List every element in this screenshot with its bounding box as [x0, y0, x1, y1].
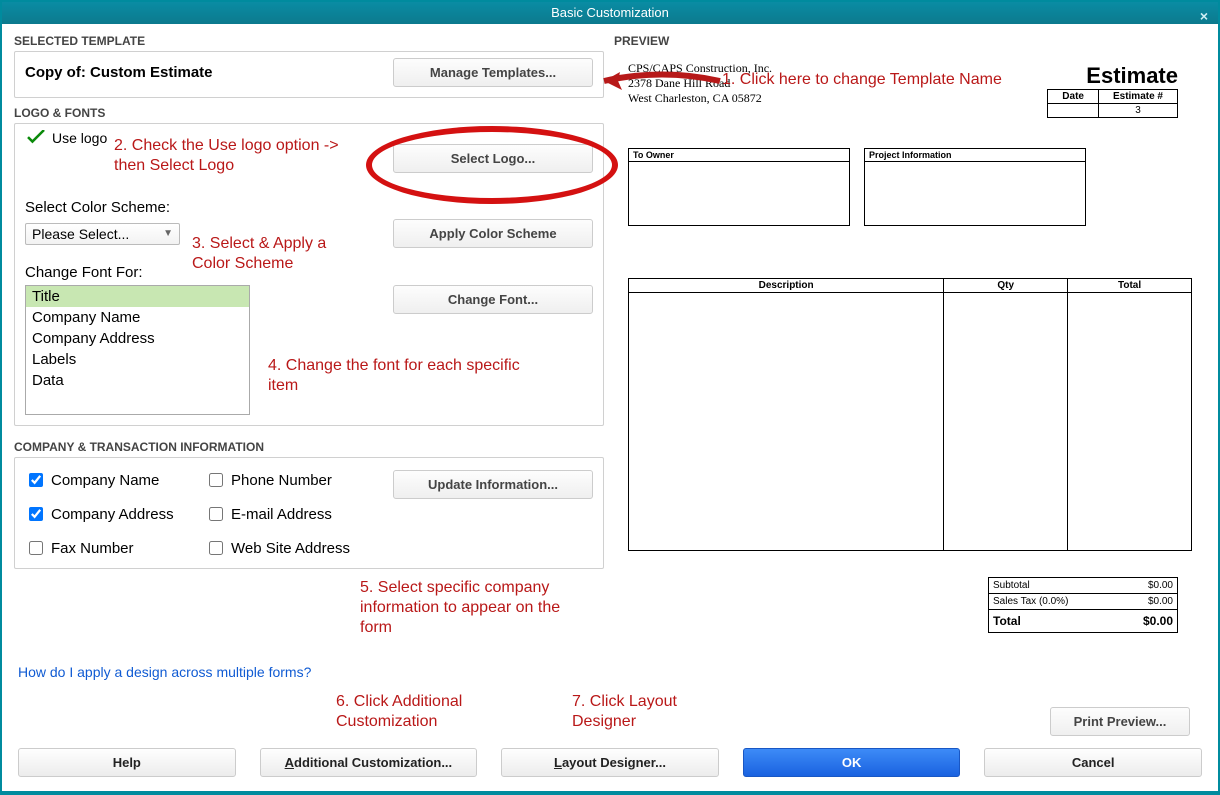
font-list[interactable]: Title Company Name Company Address Label… — [25, 285, 250, 415]
company-address-checkbox[interactable] — [29, 507, 43, 521]
pv-box-project-head: Project Information — [865, 149, 1085, 162]
bottom-bar: Help Additional Customization... Layout … — [2, 740, 1218, 791]
selected-template-box: Copy of: Custom Estimate Manage Template… — [14, 51, 604, 98]
additional-label: dditional Customization... — [294, 755, 452, 770]
help-link[interactable]: How do I apply a design across multiple … — [18, 664, 311, 680]
apply-color-scheme-button[interactable]: Apply Color Scheme — [393, 219, 593, 248]
right-pane: PREVIEW CPS/CAPS Construction, Inc. 2378… — [614, 34, 1206, 736]
titlebar: Basic Customization × — [2, 2, 1218, 24]
logo-fonts-box: Use logo Select Logo... Select Color Sch… — [14, 123, 604, 426]
checkmark-icon — [25, 130, 47, 146]
section-logo-fonts: LOGO & FONTS — [14, 106, 604, 120]
chk-company-address[interactable]: Company Address — [25, 504, 205, 524]
content-area: SELECTED TEMPLATE Copy of: Custom Estima… — [2, 24, 1218, 740]
font-item-data[interactable]: Data — [26, 370, 249, 391]
additional-customization-button[interactable]: Additional Customization... — [260, 748, 478, 777]
pv-val-date — [1048, 104, 1099, 118]
pv-col-estno: Estimate # — [1098, 90, 1177, 104]
color-scheme-dropdown[interactable]: Please Select... ▼ — [25, 223, 180, 245]
tax-val: $0.00 — [1148, 596, 1173, 607]
chk-email[interactable]: E-mail Address — [205, 504, 365, 524]
chk-phone[interactable]: Phone Number — [205, 470, 365, 490]
change-font-label: Change Font For: — [25, 264, 593, 281]
select-logo-button[interactable]: Select Logo... — [393, 144, 593, 173]
chk-fax[interactable]: Fax Number — [25, 538, 205, 558]
subtotal-label: Subtotal — [993, 580, 1030, 591]
email-label: E-mail Address — [231, 506, 332, 523]
section-preview: PREVIEW — [614, 34, 1206, 48]
pv-box-project: Project Information — [864, 148, 1086, 226]
pv-header-table: Date Estimate # 3 — [1047, 89, 1178, 118]
additional-label-u: A — [285, 755, 294, 770]
pv-col-desc: Description — [629, 279, 944, 293]
color-scheme-label: Select Color Scheme: — [25, 199, 593, 216]
company-info-box: Company Name Phone Number Company Addres… — [14, 457, 604, 569]
change-font-button[interactable]: Change Font... — [393, 285, 593, 314]
layout-designer-button[interactable]: Layout Designer... — [501, 748, 719, 777]
font-item-labels[interactable]: Labels — [26, 349, 249, 370]
subtotal-val: $0.00 — [1148, 580, 1173, 591]
help-button[interactable]: Help — [18, 748, 236, 777]
window-root: Basic Customization × SELECTED TEMPLATE … — [2, 2, 1218, 791]
phone-label: Phone Number — [231, 472, 332, 489]
tax-label: Sales Tax (0.0%) — [993, 596, 1068, 607]
cancel-button[interactable]: Cancel — [984, 748, 1202, 777]
company-address-label: Company Address — [51, 506, 174, 523]
pv-box-owner-head: To Owner — [629, 149, 849, 162]
pv-col-qty: Qty — [944, 279, 1068, 293]
font-item-company-name[interactable]: Company Name — [26, 307, 249, 328]
pv-lineitems-table: Description Qty Total — [628, 278, 1192, 551]
update-information-button[interactable]: Update Information... — [393, 470, 593, 499]
chk-website[interactable]: Web Site Address — [205, 538, 365, 558]
color-scheme-selected: Please Select... — [32, 226, 129, 242]
font-item-company-address[interactable]: Company Address — [26, 328, 249, 349]
use-logo-label: Use logo — [52, 130, 107, 146]
pv-col-total: Total — [1068, 279, 1192, 293]
section-company-info: COMPANY & TRANSACTION INFORMATION — [14, 440, 604, 454]
pv-totals: Subtotal $0.00 Sales Tax (0.0%) $0.00 Tota… — [988, 577, 1178, 633]
preview-canvas: CPS/CAPS Construction, Inc. 2378 Dane Hi… — [614, 51, 1206, 701]
manage-templates-button[interactable]: Manage Templates... — [393, 58, 593, 87]
phone-checkbox[interactable] — [209, 473, 223, 487]
ok-button[interactable]: OK — [743, 748, 961, 777]
fax-label: Fax Number — [51, 540, 134, 557]
use-logo-checkbox[interactable]: Use logo — [25, 130, 107, 146]
pv-val-estno: 3 — [1098, 104, 1177, 118]
pv-col-date: Date — [1048, 90, 1099, 104]
website-checkbox[interactable] — [209, 541, 223, 555]
company-name-checkbox[interactable] — [29, 473, 43, 487]
template-name: Copy of: Custom Estimate — [25, 64, 213, 81]
company-name-label: Company Name — [51, 472, 159, 489]
pv-mid-boxes: To Owner Project Information — [628, 148, 1192, 226]
chevron-down-icon: ▼ — [163, 228, 173, 239]
pv-doc-title: Estimate — [1086, 63, 1178, 89]
website-label: Web Site Address — [231, 540, 350, 557]
left-pane: SELECTED TEMPLATE Copy of: Custom Estima… — [14, 34, 604, 736]
total-val: $0.00 — [1143, 614, 1173, 628]
layout-label-u: L — [554, 755, 562, 770]
section-selected-template: SELECTED TEMPLATE — [14, 34, 604, 48]
pv-box-owner: To Owner — [628, 148, 850, 226]
window-title: Basic Customization — [551, 5, 669, 20]
fax-checkbox[interactable] — [29, 541, 43, 555]
email-checkbox[interactable] — [209, 507, 223, 521]
print-preview-button[interactable]: Print Preview... — [1050, 707, 1190, 736]
font-item-title[interactable]: Title — [26, 286, 249, 307]
total-label: Total — [993, 614, 1021, 628]
layout-label: ayout Designer... — [562, 755, 666, 770]
chk-company-name[interactable]: Company Name — [25, 470, 205, 490]
